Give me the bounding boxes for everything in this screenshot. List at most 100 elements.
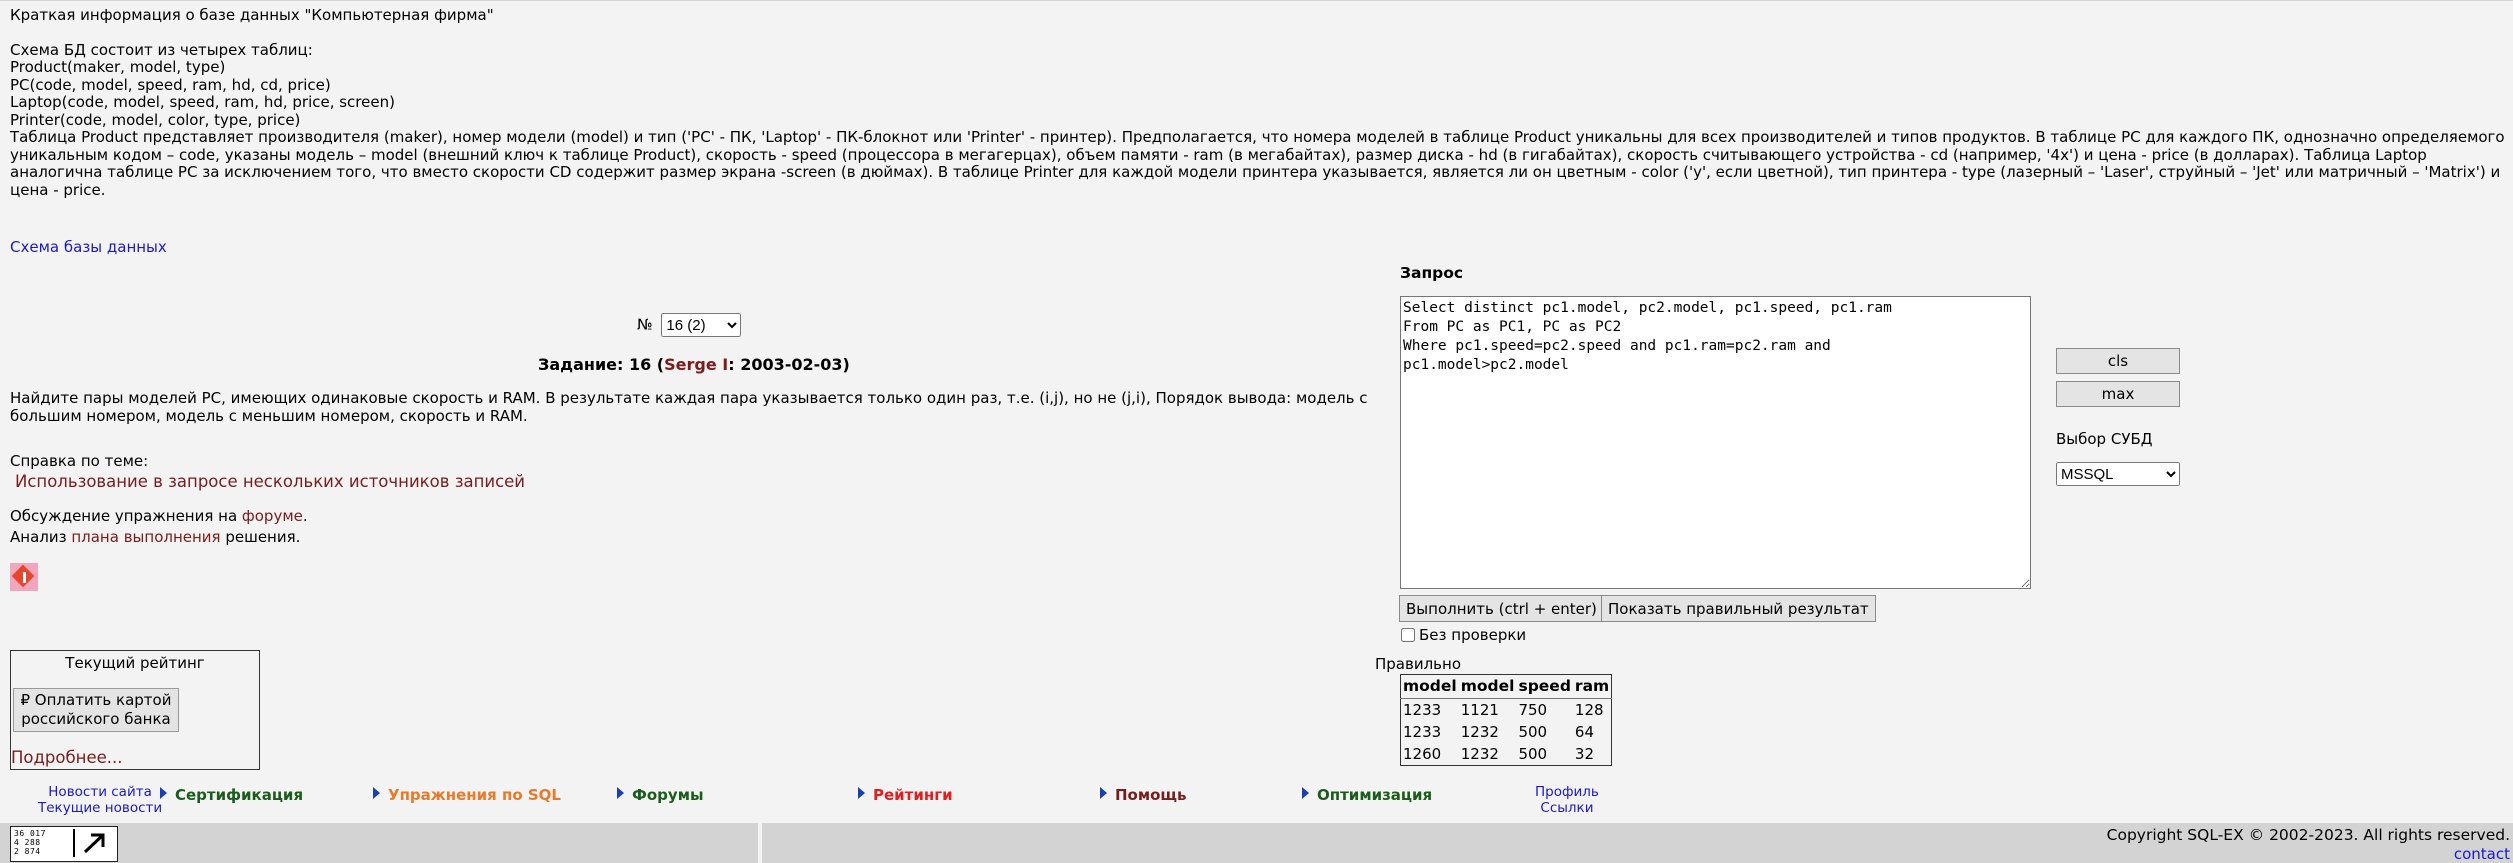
forum-suffix: . [302,507,308,525]
counter-digits: 36 017 4 288 2 874 [14,829,46,856]
table-row: 1233 1121 750 128 [1401,699,1612,722]
task-number-label: № [637,315,653,334]
contact-link[interactable]: contact [2454,845,2510,863]
table-laptop: Laptop(code, model, speed, ram, hd, pric… [10,93,395,111]
result-cell: 1232 [1460,723,1499,741]
details-link[interactable]: Подробнее... [11,748,122,767]
nav-help[interactable]: Помощь [1100,786,1187,804]
nav-profile[interactable]: Профиль [1535,784,1599,800]
no-check-option[interactable]: Без проверки [1401,626,1526,644]
correct-label: Правильно [1375,655,1461,673]
triangle-right-icon [858,787,865,799]
result-cell: 64 [1574,723,1595,741]
result-cell: 1121 [1460,701,1499,719]
profile-links: Профиль Ссылки [1535,784,1599,816]
task-selector: № 16 (2) [637,313,742,337]
nav-forums-label: Форумы [632,786,704,804]
counter-line: 36 017 [14,829,46,838]
db-description: Таблица Product представляет производите… [10,128,2505,199]
nav-news-site[interactable]: Новости сайта [38,784,162,800]
plan-line: Анализ плана выполнения решения. [10,528,300,546]
result-header-row: model model speed ram [1400,674,1612,699]
triangle-right-icon [160,787,167,799]
no-check-checkbox[interactable] [1401,628,1415,642]
nav-help-label: Помощь [1115,786,1187,804]
task-title-prefix: Задание: 16 ( [538,355,665,374]
nav-optimization[interactable]: Оптимизация [1302,786,1432,804]
result-cell: 500 [1518,745,1548,763]
pay-card-button[interactable]: ₽ Оплатить картой российского банка [13,688,179,732]
result-cell: 1233 [1403,723,1442,741]
help-title: Справка по теме: [10,452,149,470]
result-table: model model speed ram 1233 1121 750 128 … [1400,674,1613,766]
task-title: Задание: 16 (Serge I: 2003-02-03) [538,355,850,374]
task-select[interactable]: 16 (2) [661,313,742,337]
counter-line: 2 874 [14,847,41,856]
visit-counter[interactable]: 36 017 4 288 2 874 [10,826,118,862]
result-cell: 500 [1518,723,1548,741]
nav-certification-label: Сертификация [175,786,304,804]
task-author: Serge I [664,355,729,374]
triangle-right-icon [373,787,380,799]
nav-sql-exercises-label: Упражнения по SQL [388,786,561,804]
plan-suffix: решения. [220,528,301,546]
result-cell: 1232 [1460,745,1499,763]
query-editor[interactable]: Select distinct pc1.model, pc2.model, pc… [1400,296,2031,589]
forum-link[interactable]: форуме [242,507,303,525]
info-diamond-icon[interactable] [10,563,38,591]
nav-forums[interactable]: Форумы [617,786,704,804]
nav-optimization-label: Оптимизация [1317,786,1433,804]
nav-links[interactable]: Ссылки [1535,800,1599,816]
nav-news-current[interactable]: Текущие новости [38,800,162,816]
table-printer: Printer(code, model, color, type, price) [10,110,301,129]
db-info-section: Краткая информация о базе данных "Компью… [10,6,2505,199]
footer: 36 017 4 288 2 874 Copyright SQL-EX © 20… [0,823,2513,863]
schema-intro: Схема БД состоит из четырех таблиц: [10,40,313,59]
table-row: 1260 1232 500 32 [1401,743,1612,766]
dbms-select[interactable]: MSSQL [2056,462,2180,486]
nav-sql-exercises[interactable]: Упражнения по SQL [373,786,561,804]
result-header: speed [1516,674,1573,699]
db-info-title: Краткая информация о базе данных "Компью… [10,6,494,24]
dbms-label: Выбор СУБД [2056,430,2153,448]
result-cell: 1233 [1403,701,1442,719]
no-check-label: Без проверки [1419,626,1527,644]
rating-title: Текущий рейтинг [65,654,205,672]
cls-button[interactable]: cls [2056,348,2180,374]
news-links: Новости сайта Текущие новости [38,784,162,816]
result-cell: 750 [1518,701,1548,719]
run-query-button[interactable]: Выполнить (ctrl + enter) [1399,595,1604,622]
table-pc: PC(code, model, speed, ram, hd, cd, pric… [10,75,331,94]
arrow-svg [83,833,105,854]
diamond-bar [23,572,26,583]
rating-box: Текущий рейтинг ₽ Оплатить картой россий… [10,650,260,770]
schema-link[interactable]: Схема базы данных [10,238,167,256]
nav-ratings[interactable]: Рейтинги [858,786,953,804]
nav-ratings-label: Рейтинги [873,786,953,804]
table-row: 1233 1232 500 64 [1401,721,1612,743]
table-product: Product(maker, model, type) [10,58,226,76]
result-header: ram [1572,674,1612,699]
help-topic-link[interactable]: Использование в запросе нескольких источ… [15,472,525,491]
result-cell: 32 [1574,745,1595,763]
forum-prefix: Обсуждение упражнения на [10,507,242,525]
plan-link[interactable]: плана выполнения [71,528,220,546]
triangle-right-icon [617,787,624,799]
triangle-right-icon [1100,787,1107,799]
result-header: model [1458,674,1517,699]
arrow-up-right-icon [73,829,115,857]
max-button[interactable]: max [2056,381,2180,407]
result-cell: 128 [1574,701,1604,719]
triangle-right-icon [1302,787,1309,799]
footer-divider [758,823,762,863]
forum-line: Обсуждение упражнения на форуме. [10,507,308,525]
copyright: Copyright SQL-EX © 2002-2023. All rights… [2106,826,2510,844]
nav-row: Новости сайта Текущие новости Сертификац… [0,783,1620,819]
show-correct-result-button[interactable]: Показать правильный результат [1601,595,1876,622]
nav-certification[interactable]: Сертификация [160,786,303,804]
query-label: Запрос [1400,264,1464,282]
result-header: model [1400,674,1459,699]
plan-prefix: Анализ [10,528,72,546]
task-title-suffix: : 2003-02-03) [728,355,850,374]
counter-line: 4 288 [14,838,41,847]
